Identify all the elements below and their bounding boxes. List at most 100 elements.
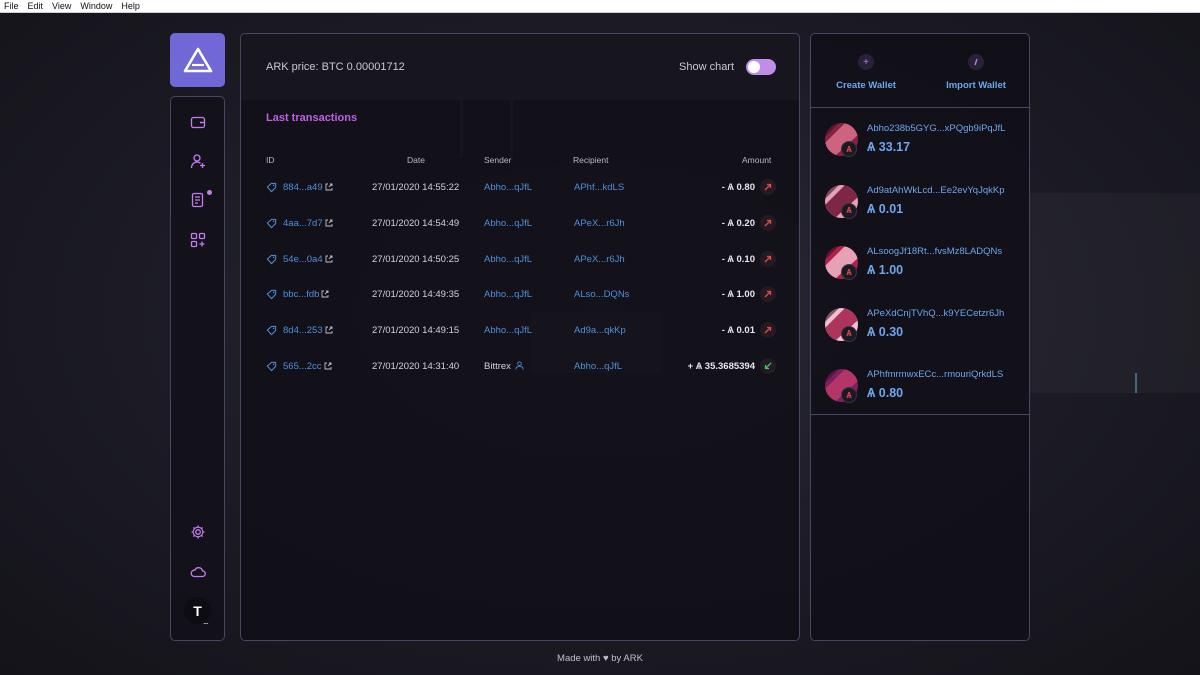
plugins-icon	[190, 232, 205, 248]
wallet-item[interactable]: Ѧ Ad9atAhWkLcd...Ee2evYqJqkKp Ѧ 0.01	[811, 184, 1029, 245]
transaction-id: 884...a49	[283, 182, 323, 193]
sender-text: Abho...qJfL	[484, 217, 533, 229]
ark-price-label: ARK price: BTC 0.00001712	[266, 61, 405, 73]
column-header-id[interactable]: ID	[266, 155, 275, 165]
transaction-sender[interactable]: Abho...qJfL	[484, 289, 532, 301]
transaction-tag-icon	[266, 254, 277, 264]
transaction-tag-icon	[266, 326, 277, 336]
announcements-icon	[191, 192, 203, 208]
transaction-date: 27/01/2020 14:49:15	[372, 325, 460, 337]
table-row[interactable]: bbc...fdb 27/01/2020 14:49:35 Abho...qJfL A…	[241, 286, 799, 325]
transaction-sender[interactable]: Abho...qJfL	[484, 218, 532, 230]
external-link-icon	[324, 362, 332, 370]
sidebar-item-wallets[interactable]	[171, 110, 224, 134]
transaction-id-link[interactable]: bbc...fdb	[283, 289, 329, 301]
known-contact-icon	[515, 361, 524, 370]
transaction-sender[interactable]: Abho...qJfL	[484, 182, 532, 194]
wallet-address: Ad9atAhWkLcd...Ee2evYqJqkKp	[867, 184, 1005, 196]
profile-more-icon[interactable]: ...	[203, 616, 208, 626]
wallet-item[interactable]: Ѧ APeXdCnjTVhQ...k9YECetzr6Jh Ѧ 0.30	[811, 307, 1029, 368]
transaction-id: bbc...fdb	[283, 289, 320, 301]
transaction-id-link[interactable]: 8d4...253	[283, 325, 333, 337]
transaction-sender[interactable]: Abho...qJfL	[484, 254, 532, 266]
transaction-amount: - Ѧ 0.01	[721, 325, 755, 337]
table-row[interactable]: 884...a49 27/01/2020 14:55:22 Abho...qJfL A…	[241, 179, 799, 218]
wallet-address: ALsoogJf18Rt...fvsMz8LADQNs	[867, 246, 1003, 257]
wallet-balance: Ѧ 0.01	[867, 201, 904, 216]
transaction-id: 54e...0a4	[283, 253, 323, 265]
external-link-icon	[322, 290, 329, 298]
wallet-item[interactable]: Ѧ APhfmrmwxECc...rmouriQrkdLS Ѧ 0.80	[811, 369, 1029, 429]
column-header-recipient[interactable]: Recipient	[573, 155, 608, 165]
transaction-sender[interactable]: Abho...qJfL	[484, 325, 532, 337]
background-decoration	[1030, 193, 1200, 393]
wallet-balance: Ѧ 33.17	[867, 140, 911, 154]
show-chart-toggle[interactable]	[746, 59, 776, 75]
dashboard-panel: ARK price: BTC 0.00001712 Show chart Las…	[240, 33, 800, 641]
transaction-recipient[interactable]: Abho...qJfL	[574, 361, 622, 373]
table-row[interactable]: 4aa...7d7 27/01/2020 14:54:49 Abho...qJfL A…	[241, 214, 799, 254]
transaction-id-link[interactable]: 565...2cc	[283, 361, 332, 373]
menu-file[interactable]: File	[4, 0, 19, 13]
sender-text: Abho...qJfL	[484, 289, 533, 301]
transaction-amount: - Ѧ 0.20	[721, 217, 755, 229]
wallet-balance: Ѧ 0.30	[867, 324, 904, 339]
transaction-id: 8d4...253	[283, 325, 323, 337]
transaction-recipient[interactable]: APeX...r6Jh	[574, 218, 625, 230]
create-wallet-button[interactable]: + Create Wallet	[821, 54, 911, 98]
show-chart-label: Show chart	[679, 61, 735, 73]
column-header-date[interactable]: Date	[407, 155, 425, 165]
sidebar-item-contacts[interactable]	[171, 149, 224, 173]
transaction-tag-icon	[266, 182, 277, 193]
wallet-address: APeXdCnjTVhQ...k9YECetzr6Jh	[867, 307, 1005, 319]
wallet-item[interactable]: Ѧ ALsoogJf18Rt...fvsMz8LADQNs Ѧ 1.00	[811, 246, 1029, 306]
external-link-icon	[325, 255, 333, 263]
wallet-actions: + Create Wallet Import Wallet	[811, 34, 1029, 108]
sidebar-item-announcements[interactable]	[171, 188, 224, 212]
sidebar-item-settings[interactable]	[171, 520, 224, 544]
transaction-date: 27/01/2020 14:50:25	[372, 253, 460, 265]
wallet-address: APhfmrmwxECc...rmouriQrkdLS	[867, 369, 1004, 380]
outgoing-arrow-icon	[760, 214, 776, 231]
transaction-recipient[interactable]: ALso...DQNs	[574, 289, 629, 301]
ark-network-badge-icon: Ѧ	[841, 264, 857, 280]
settings-icon	[191, 525, 204, 539]
menu-edit[interactable]: Edit	[28, 0, 44, 13]
external-link-icon	[325, 326, 333, 334]
outgoing-arrow-icon	[760, 322, 776, 339]
column-header-amount[interactable]: Amount	[742, 155, 771, 165]
import-wallet-label: Import Wallet	[946, 80, 1006, 91]
sender-text: Abho...qJfL	[484, 253, 533, 265]
transaction-recipient[interactable]: APeX...r6Jh	[574, 254, 625, 266]
table-row[interactable]: 565...2cc 27/01/2020 14:31:40 Bittrex Abho.…	[241, 358, 799, 397]
transaction-date: 27/01/2020 14:49:35	[372, 289, 460, 301]
transaction-recipient[interactable]: APhf...kdLS	[574, 182, 624, 194]
menu-view[interactable]: View	[52, 0, 71, 13]
outgoing-arrow-icon	[760, 286, 776, 303]
sidebar-item-network[interactable]	[171, 560, 224, 584]
import-wallet-button[interactable]: Import Wallet	[931, 54, 1021, 98]
transaction-id-link[interactable]: 4aa...7d7	[283, 218, 333, 230]
menu-window[interactable]: Window	[80, 0, 112, 13]
transaction-id: 565...2cc	[283, 361, 322, 372]
table-row[interactable]: 8d4...253 27/01/2020 14:49:15 Abho...qJfL A…	[241, 322, 799, 361]
sidebar-item-plugins[interactable]	[171, 228, 224, 252]
transaction-id-link[interactable]: 54e...0a4	[283, 254, 333, 266]
ark-logo-icon	[183, 47, 212, 73]
transaction-id-link[interactable]: 884...a49	[283, 182, 333, 194]
transaction-tag-icon	[266, 290, 277, 300]
menu-help[interactable]: Help	[121, 0, 140, 13]
sender-text: Abho...qJfL	[484, 182, 533, 193]
wallet-item[interactable]: Ѧ Abho238b5GYG...xPQgb9iPqJfL Ѧ 33.17	[811, 123, 1029, 183]
plus-icon: +	[858, 54, 874, 70]
ark-logo[interactable]	[170, 33, 225, 87]
footer-made-with-love: Made with ♥ by ARK	[557, 653, 643, 664]
transaction-date: 27/01/2020 14:55:22	[372, 182, 460, 193]
import-icon	[968, 54, 984, 70]
incoming-arrow-icon	[760, 358, 776, 374]
transaction-date: 27/01/2020 14:54:49	[372, 217, 460, 229]
column-header-sender[interactable]: Sender	[484, 155, 511, 165]
transaction-recipient[interactable]: Ad9a...qkKp	[574, 325, 626, 337]
wallets-panel: + Create Wallet Import Wallet Ѧ Abho238b5…	[810, 33, 1030, 641]
table-row[interactable]: 54e...0a4 27/01/2020 14:50:25 Abho...qJfL A…	[241, 250, 799, 290]
